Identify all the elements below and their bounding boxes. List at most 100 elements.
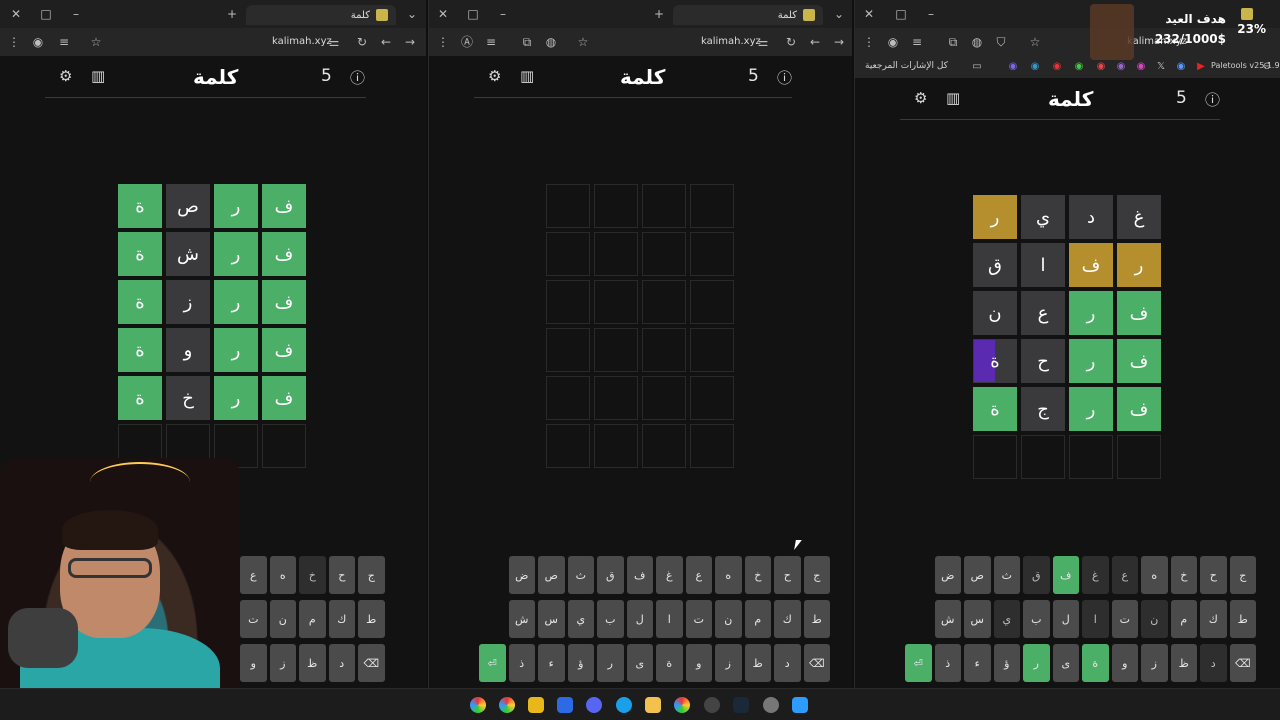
help-icon[interactable]: ⓘ <box>1205 89 1220 110</box>
keyboard-key[interactable]: ه <box>269 556 296 594</box>
site-settings-icon[interactable]: ⚌ <box>326 34 342 50</box>
keyboard-key[interactable]: س <box>964 600 991 638</box>
keyboard-key[interactable]: ت <box>1111 600 1138 638</box>
keyboard-key[interactable]: م <box>299 600 326 638</box>
tab-kalimah[interactable]: كلمة <box>673 5 823 25</box>
keyboard-key[interactable]: ش <box>508 600 535 638</box>
keyboard-key[interactable]: ج <box>358 556 385 594</box>
keyboard-key[interactable]: غ <box>1082 556 1109 594</box>
keyboard-key[interactable]: ة <box>1082 644 1109 682</box>
chevron-down-icon[interactable]: ⌄ <box>404 6 420 22</box>
bookmark-site-icon-3[interactable]: ◉ <box>1049 59 1065 75</box>
more-icon[interactable]: ⊖ <box>1259 59 1275 75</box>
keyboard-key[interactable]: ن <box>1141 600 1168 638</box>
keyboard-key[interactable]: ي <box>567 600 594 638</box>
keyboard-key[interactable]: د <box>1200 644 1227 682</box>
help-icon[interactable]: ⓘ <box>777 67 792 88</box>
keyboard-key[interactable]: م <box>744 600 771 638</box>
reload-icon[interactable]: ↻ <box>354 34 370 50</box>
bookmark-site-icon-7[interactable]: ◉ <box>1173 59 1189 75</box>
bookmark-site-icon-1[interactable]: ◉ <box>1005 59 1021 75</box>
discord-icon[interactable] <box>586 697 602 713</box>
settings-gear-icon[interactable]: ⚙ <box>914 89 927 107</box>
keyboard-key[interactable]: ط <box>1229 600 1256 638</box>
maximize-icon[interactable]: □ <box>893 6 909 22</box>
keyboard-key[interactable]: ج <box>803 556 830 594</box>
stats-chart-icon[interactable]: ▥ <box>91 67 105 85</box>
keyboard-key[interactable]: ف <box>626 556 653 594</box>
extension-a-icon[interactable]: Ⓐ <box>459 34 475 50</box>
keyboard-key[interactable]: ط <box>358 600 385 638</box>
keyboard-key[interactable]: ق <box>597 556 624 594</box>
chrome-icon[interactable] <box>499 697 515 713</box>
backspace-key[interactable]: ⌫ <box>358 644 385 682</box>
chevron-down-icon[interactable]: ⌄ <box>831 6 847 22</box>
keyboard-key[interactable]: ب <box>1023 600 1050 638</box>
keyboard-key[interactable]: ط <box>803 600 830 638</box>
forward-icon[interactable]: → <box>402 34 418 50</box>
keyboard-key[interactable]: ا <box>1082 600 1109 638</box>
bookmark-site-icon-5[interactable]: ◉ <box>1093 59 1109 75</box>
keyboard-key[interactable]: ء <box>538 644 565 682</box>
keyboard-key[interactable]: و <box>1111 644 1138 682</box>
youtube-icon[interactable]: ▶ <box>1193 59 1209 75</box>
menu-icon[interactable]: ⋮ <box>861 34 877 50</box>
settings-gear-icon[interactable]: ⚙ <box>488 67 501 85</box>
forward-icon[interactable]: → <box>831 34 847 50</box>
keyboard-key[interactable]: و <box>240 644 267 682</box>
keyboard-key[interactable]: ث <box>567 556 594 594</box>
obs-icon[interactable] <box>704 697 720 713</box>
keyboard-key[interactable]: ش <box>934 600 961 638</box>
keyboard-key[interactable]: ذ <box>934 644 961 682</box>
keyboard-key[interactable]: م <box>1170 600 1197 638</box>
menu-icon[interactable]: ⋮ <box>6 34 22 50</box>
stream-deck-icon[interactable] <box>557 697 573 713</box>
keyboard-key[interactable]: ظ <box>744 644 771 682</box>
stats-chart-icon[interactable]: ▥ <box>520 67 534 85</box>
keyboard-key[interactable]: خ <box>299 556 326 594</box>
tab-kalimah[interactable]: كلمة <box>246 5 396 25</box>
site-settings-icon[interactable]: ⚌ <box>755 34 771 50</box>
keyboard-key[interactable]: ح <box>328 556 355 594</box>
back-icon[interactable]: ← <box>378 34 394 50</box>
keyboard-key[interactable]: ع <box>1111 556 1138 594</box>
bookmark-site-icon-6[interactable]: ◉ <box>1113 59 1129 75</box>
keyboard-key[interactable]: ه <box>715 556 742 594</box>
close-window-icon[interactable]: ✕ <box>435 6 451 22</box>
maximize-icon[interactable]: □ <box>38 6 54 22</box>
keyboard-key[interactable]: ة <box>656 644 683 682</box>
keyboard-key[interactable]: ك <box>774 600 801 638</box>
keyboard-key[interactable]: و <box>685 644 712 682</box>
keyboard-key[interactable]: ض <box>934 556 961 594</box>
r-app-icon[interactable] <box>528 697 544 713</box>
media-icon[interactable]: ≡ <box>56 34 72 50</box>
keyboard-key[interactable]: ن <box>269 600 296 638</box>
keyboard-key[interactable]: ج <box>1229 556 1256 594</box>
url-bar[interactable]: kalimah.xyz <box>701 36 761 47</box>
keyboard-key[interactable]: ص <box>538 556 565 594</box>
minimize-icon[interactable]: – <box>923 6 939 22</box>
keyboard-key[interactable]: ه <box>1141 556 1168 594</box>
keyboard-key[interactable]: ب <box>597 600 624 638</box>
new-tab-icon[interactable]: + <box>224 6 240 22</box>
keyboard-key[interactable]: خ <box>744 556 771 594</box>
back-icon[interactable]: ← <box>807 34 823 50</box>
keyboard-key[interactable]: ء <box>964 644 991 682</box>
extensions-icon[interactable]: ⧉ <box>519 34 535 50</box>
close-window-icon[interactable]: ✕ <box>8 6 24 22</box>
instagram-icon[interactable]: ◉ <box>1133 59 1149 75</box>
chrome-icon-2[interactable] <box>674 697 690 713</box>
extension-q-icon[interactable]: ◍ <box>543 34 559 50</box>
keyboard-key[interactable]: د <box>328 644 355 682</box>
keyboard-key[interactable]: ص <box>964 556 991 594</box>
settings-gear-icon[interactable]: ⚙ <box>59 67 72 85</box>
bookmark-site-icon-4[interactable]: ◉ <box>1071 59 1087 75</box>
keyboard-key[interactable]: ؤ <box>993 644 1020 682</box>
keyboard-key[interactable]: ع <box>240 556 267 594</box>
media-icon[interactable]: ≡ <box>909 34 925 50</box>
bookmarks-folder[interactable]: كل الإشارات المرجعية <box>865 61 948 71</box>
menu-icon[interactable]: ⋮ <box>435 34 451 50</box>
new-tab-icon[interactable]: + <box>651 6 667 22</box>
backspace-key[interactable]: ⌫ <box>1229 644 1256 682</box>
bookmark-star-icon[interactable]: ☆ <box>1027 34 1043 50</box>
